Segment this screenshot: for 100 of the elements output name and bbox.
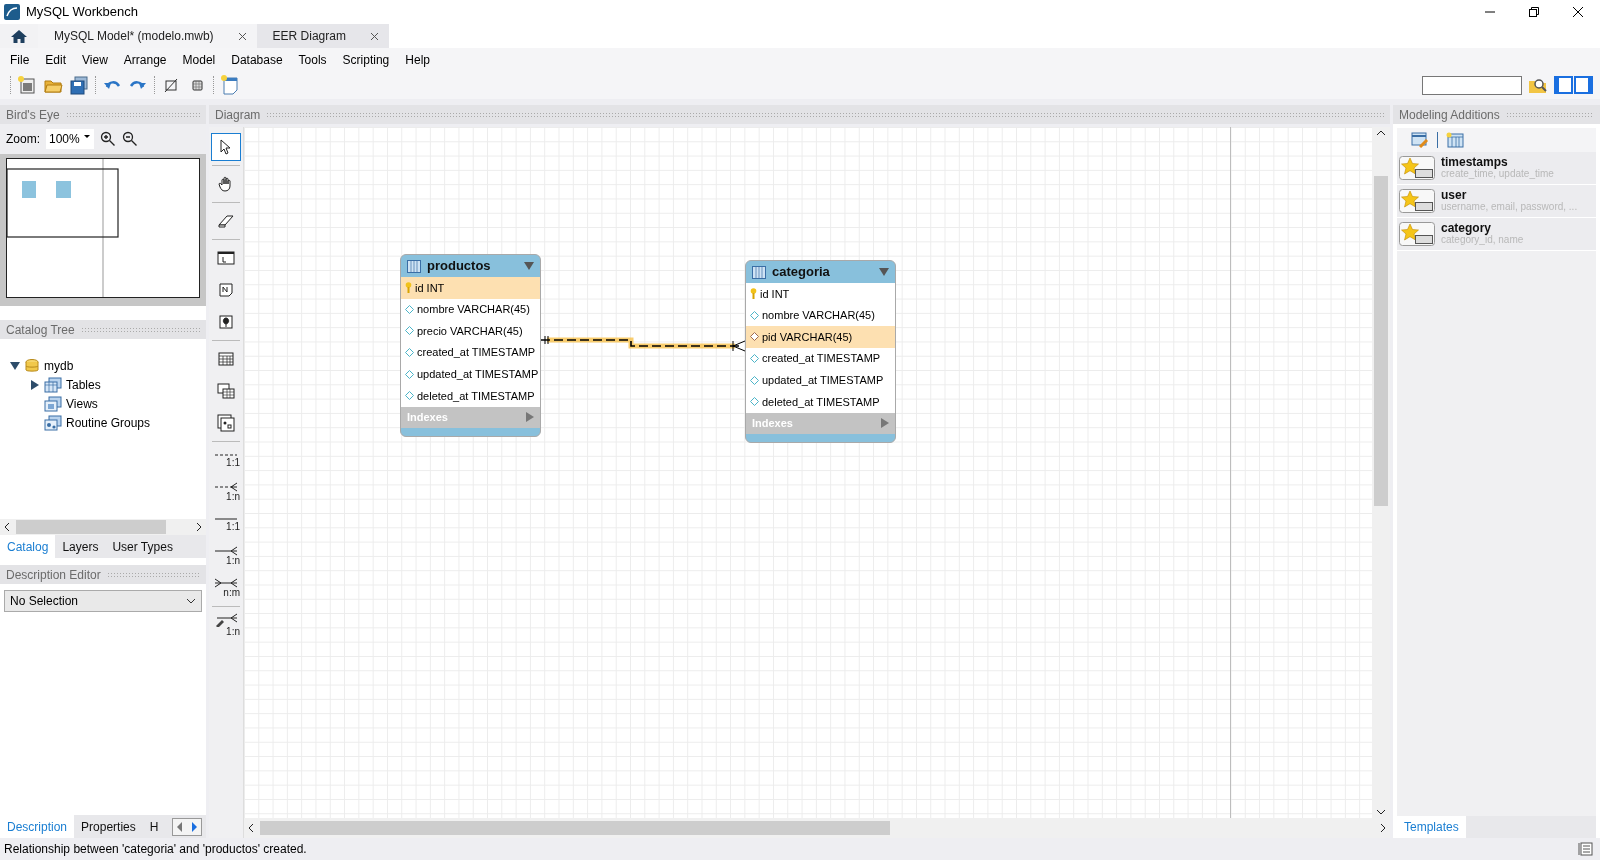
column-row[interactable]: updated_at TIMESTAMP: [746, 369, 895, 391]
menu-item[interactable]: Help: [397, 50, 438, 69]
layout-toggle-icon[interactable]: [1554, 76, 1594, 94]
column-row[interactable]: nombre VARCHAR(45): [746, 304, 895, 327]
restore-icon[interactable]: [1528, 6, 1540, 18]
tool-button[interactable]: 1:1: [211, 446, 241, 474]
column-row[interactable]: pid VARCHAR(45): [746, 326, 895, 348]
tables-icon: [44, 376, 62, 393]
menu-item[interactable]: Arrange: [115, 50, 175, 69]
relationship-connector[interactable]: [540, 335, 746, 352]
new-diagram-icon[interactable]: [220, 75, 240, 95]
column-row[interactable]: created_at TIMESTAMP: [401, 341, 540, 364]
scroll-right-icon[interactable]: [196, 522, 202, 532]
table-name: productos: [427, 257, 491, 276]
column-row[interactable]: nombre VARCHAR(45): [401, 298, 540, 321]
column-row[interactable]: deleted_at TIMESTAMP: [401, 384, 540, 407]
scroll-left-icon[interactable]: [248, 823, 254, 833]
menu-item[interactable]: View: [74, 50, 116, 69]
collapse-icon[interactable]: [524, 261, 534, 271]
menu-item[interactable]: Edit: [37, 50, 75, 69]
template-name: category: [1441, 222, 1492, 234]
panel-tab[interactable]: Description: [0, 815, 75, 838]
entity-table[interactable]: categoria id INT nombre VARCHAR(45) pid VARCHAR(45) created_at TIMESTAMP updated_at TIMESTAMP deleted_at TIMESTAMP Indexes: [745, 260, 896, 443]
diamond-icon: [750, 375, 759, 385]
menu-item[interactable]: File: [2, 50, 38, 69]
routine-groups-icon: [44, 414, 62, 431]
scrollbar[interactable]: [0, 519, 206, 535]
zoom-dropdown[interactable]: 100%: [46, 129, 94, 149]
tool-button[interactable]: 1:n: [211, 611, 241, 639]
panel-tab[interactable]: Layers: [55, 535, 106, 558]
scroll-left-icon[interactable]: [4, 522, 10, 532]
scrollbar-thumb[interactable]: [260, 821, 890, 835]
diamond-icon: [405, 348, 414, 358]
panel-tab[interactable]: Catalog: [0, 535, 56, 558]
zoom-out-icon[interactable]: [122, 131, 138, 147]
tree-item[interactable]: mydb: [10, 357, 206, 374]
document-tab[interactable]: EER Diagram: [256, 24, 389, 48]
tool-button[interactable]: n:m: [211, 574, 241, 602]
new-table-template-icon[interactable]: [1446, 132, 1464, 148]
one-to-many-dashed-icon: [214, 482, 238, 492]
menu-item[interactable]: Model: [174, 50, 224, 69]
tree-item[interactable]: Views: [10, 395, 206, 412]
menu-item[interactable]: Scripting: [334, 50, 398, 69]
table-name: categoria: [772, 263, 830, 282]
close-icon[interactable]: [237, 31, 247, 41]
menu-item[interactable]: Database: [223, 50, 291, 69]
diamond-icon: [750, 332, 759, 342]
panel-title: Diagram: [215, 106, 261, 124]
close-icon[interactable]: [369, 31, 379, 41]
tool-button[interactable]: 1:n: [211, 542, 241, 570]
scroll-down-icon[interactable]: [1376, 809, 1386, 815]
tab-scroll-arrows-icon[interactable]: [172, 817, 202, 836]
column-row[interactable]: precio VARCHAR(45): [401, 320, 540, 342]
entity-table[interactable]: productos id INT nombre VARCHAR(45) precio VARCHAR(45) created_at TIMESTAMP updated_at TIMESTAMP deleted_at TIMESTAMP Indexes: [400, 254, 541, 437]
panel-tab[interactable]: Properties: [74, 815, 143, 838]
column-row[interactable]: id INT: [746, 283, 895, 305]
scroll-up-icon[interactable]: [1376, 130, 1386, 136]
expand-arrow-icon[interactable]: [30, 379, 40, 390]
tool-button[interactable]: 1:n: [211, 478, 241, 506]
diamond-icon: [405, 326, 414, 336]
scrollbar-thumb[interactable]: [16, 520, 166, 534]
tool-button[interactable]: 1:1: [211, 510, 241, 538]
edit-template-icon[interactable]: [1411, 132, 1429, 148]
selection-dropdown[interactable]: No Selection: [4, 590, 202, 612]
table-icon: [407, 259, 421, 273]
column-row[interactable]: updated_at TIMESTAMP: [401, 363, 540, 385]
tree-item[interactable]: Routine Groups: [10, 414, 206, 431]
column-row[interactable]: created_at TIMESTAMP: [746, 347, 895, 370]
zoom-in-icon[interactable]: [100, 131, 116, 147]
panel-title: Catalog Tree: [6, 321, 75, 339]
panel-tab[interactable]: H: [142, 815, 159, 838]
search-icon[interactable]: [1528, 76, 1548, 94]
output-panel-icon[interactable]: [1578, 842, 1594, 856]
new-document-icon[interactable]: [17, 75, 37, 95]
diamond-icon: [750, 354, 759, 364]
panel-tab[interactable]: Templates: [1397, 816, 1466, 838]
panel-title: Modeling Additions: [1399, 106, 1500, 124]
scrollbar-thumb[interactable]: [1374, 176, 1388, 506]
database-icon: [24, 357, 40, 374]
panel-tab[interactable]: User Types: [105, 535, 180, 558]
tree-item[interactable]: Tables: [10, 376, 206, 393]
minimap[interactable]: [6, 158, 200, 298]
column-row[interactable]: deleted_at TIMESTAMP: [746, 390, 895, 413]
search-field[interactable]: [1422, 75, 1522, 95]
table-icon: [752, 265, 766, 279]
column-row[interactable]: id INT: [401, 277, 540, 299]
expand-arrow-icon: [881, 418, 889, 429]
tool-button[interactable]: [211, 133, 241, 161]
diamond-icon: [750, 310, 759, 320]
collapse-arrow-icon[interactable]: [10, 360, 20, 371]
key-icon: [750, 288, 757, 300]
close-icon[interactable]: [1572, 6, 1584, 18]
home-icon: [10, 28, 28, 44]
document-tab[interactable]: MySQL Model* (modelo.mwb): [38, 24, 257, 48]
menu-item[interactable]: Tools: [290, 50, 335, 69]
panel-title: Bird's Eye: [6, 106, 60, 124]
routine-icon: [217, 414, 235, 432]
scroll-right-icon[interactable]: [1380, 823, 1386, 833]
collapse-icon[interactable]: [879, 267, 889, 277]
save-icon[interactable]: [69, 75, 89, 95]
